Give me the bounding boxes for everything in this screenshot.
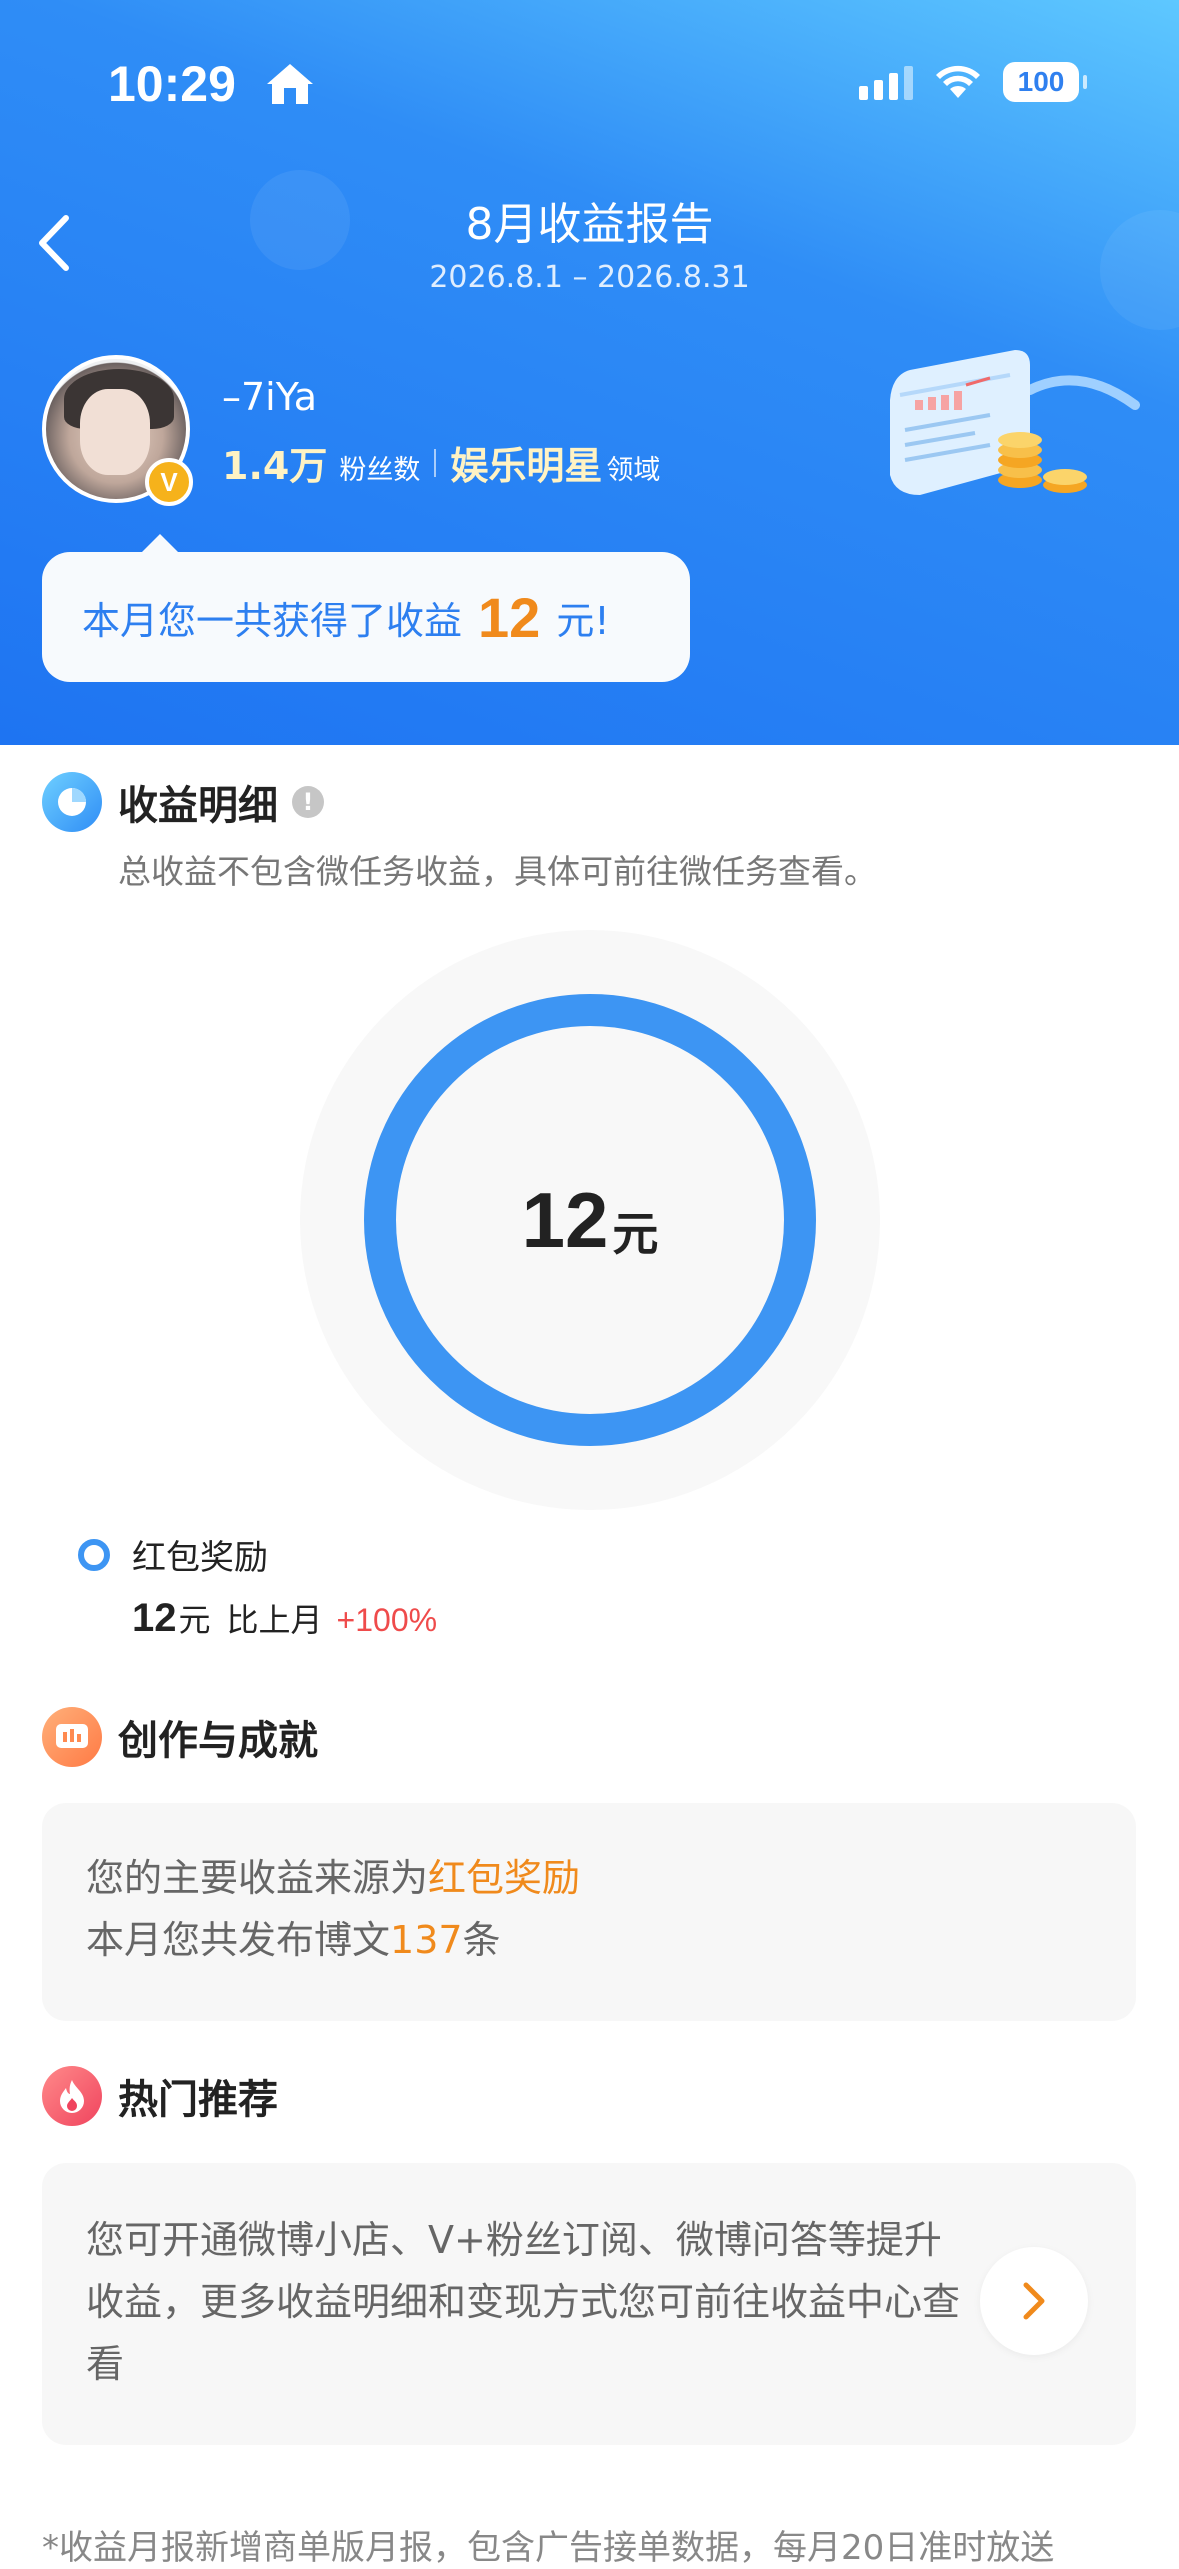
status-time: 10:29 [108,56,236,112]
hot-recommend-title: 热门推荐 [118,2077,278,2123]
income-donut-chart: 12 元 [300,930,880,1510]
achievement-title: 创作与成就 [118,1718,318,1764]
receipt-coins-icon [890,350,1140,495]
domain: 娱乐明星 [450,444,603,488]
profile-stats: 1.4万 粉丝数 娱乐明星 领域 [222,435,660,490]
post-count-value: 137 [390,1918,463,1962]
income-detail-title: 收益明细 [118,783,278,829]
main-income-source: 您的主要收益来源为红包奖励 [86,1847,1136,1909]
post-count-line: 本月您共发布博文137条 [86,1909,1136,1971]
income-detail-header: 收益明细 ! [42,772,324,832]
username: –7iYa [222,375,317,419]
divider [434,448,437,477]
donut-total-value: 12 [521,1175,609,1264]
status-indicators: 100 [859,62,1087,102]
earnings-banner: 本月您一共获得了收益 12 元! [42,534,690,682]
wifi-icon [936,65,980,98]
verified-badge-icon: V [145,458,193,506]
legend-ring-icon [78,1538,110,1571]
fire-icon [42,2066,102,2126]
income-source-highlight: 红包奖励 [428,1856,581,1900]
hot-recommend-header: 热门推荐 [42,2066,278,2126]
report-header: 10:29 100 8月收益报告 2026.8.1 – 2026.8.31 V … [0,0,1179,745]
footnote: *收益月报新增商单版月报，包含广告接单数据，每月20日准时放送 [42,2528,1055,2568]
earnings-suffix: 元! [556,598,610,643]
chevron-right-icon [1023,2282,1045,2320]
income-detail-description: 总收益不包含微任务收益，具体可前往微任务查看。 [118,852,877,891]
legend-unit: 元 [178,1601,211,1639]
donut-total: 12 元 [300,930,880,1510]
battery-indicator: 100 [1003,62,1087,102]
info-icon[interactable]: ! [292,786,324,818]
legend-label: 红包奖励 [132,1538,268,1578]
pie-chart-icon [42,772,102,832]
post-count-suffix: 条 [462,1918,501,1962]
cellular-signal-icon [859,64,913,100]
page-title: 8月收益报告 [465,199,714,250]
income-source-prefix: 您的主要收益来源为 [86,1856,429,1900]
fans-count: 1.4万 [222,444,328,488]
domain-label: 领域 [606,455,661,486]
recommend-text: 您可开通微博小店、V+粉丝订阅、微博问答等提升收益，更多收益明细和变现方式您可前… [86,2218,961,2386]
hot-recommend-card[interactable]: 您可开通微博小店、V+粉丝订阅、微博问答等提升收益，更多收益明细和变现方式您可前… [42,2163,1136,2445]
compare-label: 比上月 [226,1601,323,1639]
legend-value: 12 [132,1596,177,1640]
date-range: 2026.8.1 – 2026.8.31 [429,260,750,295]
earnings-amount: 12 [478,585,541,649]
earnings-prefix: 本月您一共获得了收益 [82,598,463,643]
change-percent: +100% [336,1602,438,1638]
donut-total-unit: 元 [612,1207,659,1261]
post-count-prefix: 本月您共发布博文 [86,1918,391,1962]
chart-board-icon [42,1707,102,1767]
home-icon [263,60,317,112]
fans-label: 粉丝数 [339,455,421,486]
legend-value-row: 12 元 比上月 +100% [132,1595,437,1641]
achievement-header: 创作与成就 [42,1707,318,1767]
achievement-card: 您的主要收益来源为红包奖励 本月您共发布博文137条 [42,1803,1136,2021]
go-income-center-button[interactable] [980,2247,1088,2355]
legend-item-red-packet: 红包奖励 [78,1530,268,1579]
